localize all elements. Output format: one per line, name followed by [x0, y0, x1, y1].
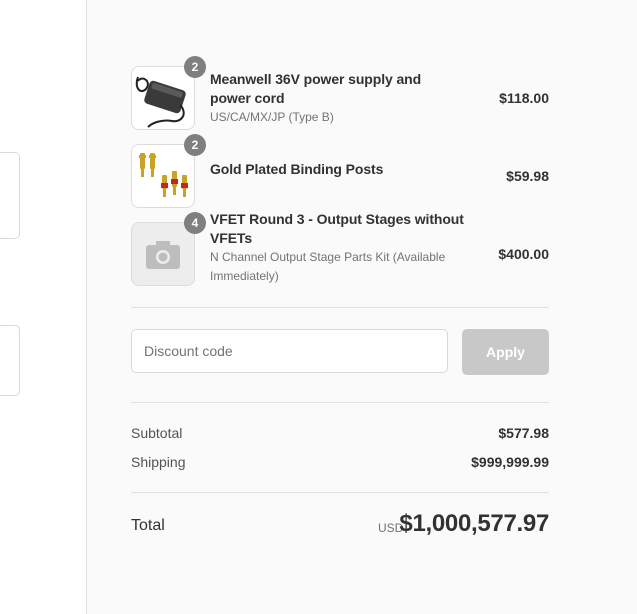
shipping-row: Shipping $999,999.99: [131, 454, 549, 470]
product-title: Meanwell 36V power supply and power cord: [210, 71, 422, 106]
product-line-item: 4 VFET Round 3 - Output Stages without V…: [131, 211, 549, 286]
product-line-item: 2 Gold Plated Binding Posts $59.98: [131, 134, 549, 208]
camera-placeholder-icon: [132, 223, 194, 285]
total-amount: $1,000,577.97: [399, 510, 549, 537]
quantity-badge: 4: [184, 212, 206, 234]
binding-posts-image: [132, 145, 194, 207]
main-content-column: e e 9: [0, 0, 86, 614]
payment-box[interactable]: 9: [0, 325, 20, 396]
product-line-item: 2 Meanwell 36V power supply and power co…: [131, 56, 549, 130]
quantity-badge: 2: [184, 134, 206, 156]
product-thumbnail: 4: [131, 212, 206, 286]
apply-discount-button[interactable]: Apply: [462, 329, 549, 375]
shipping-method-box[interactable]: e e: [0, 152, 20, 239]
total-label: Total: [131, 517, 165, 534]
subtotal-row: Subtotal $577.98: [131, 425, 549, 441]
subtotal-label: Subtotal: [131, 425, 183, 441]
product-variant: US/CA/MX/JP (Type B): [210, 110, 334, 124]
product-title: Gold Plated Binding Posts: [210, 161, 384, 177]
subtotal-value: $577.98: [498, 425, 549, 441]
divider: [131, 307, 549, 308]
shipping-value: $999,999.99: [471, 454, 549, 470]
product-price: $400.00: [498, 246, 549, 262]
product-thumbnail: 2: [131, 56, 206, 130]
divider: [131, 402, 549, 403]
product-price: $118.00: [499, 90, 549, 106]
quantity-badge: 2: [184, 56, 206, 78]
product-price: $59.98: [506, 168, 549, 184]
power-supply-image: [132, 67, 194, 129]
product-variant: N Channel Output Stage Parts Kit (Availa…: [210, 250, 446, 283]
divider: [131, 492, 549, 493]
product-title: VFET Round 3 - Output Stages without VFE…: [210, 211, 464, 246]
order-summary-sidebar: 2 Meanwell 36V power supply and power co…: [86, 0, 637, 614]
product-thumbnail: 2: [131, 134, 206, 208]
shipping-label: Shipping: [131, 454, 186, 470]
discount-code-input[interactable]: [131, 329, 448, 373]
